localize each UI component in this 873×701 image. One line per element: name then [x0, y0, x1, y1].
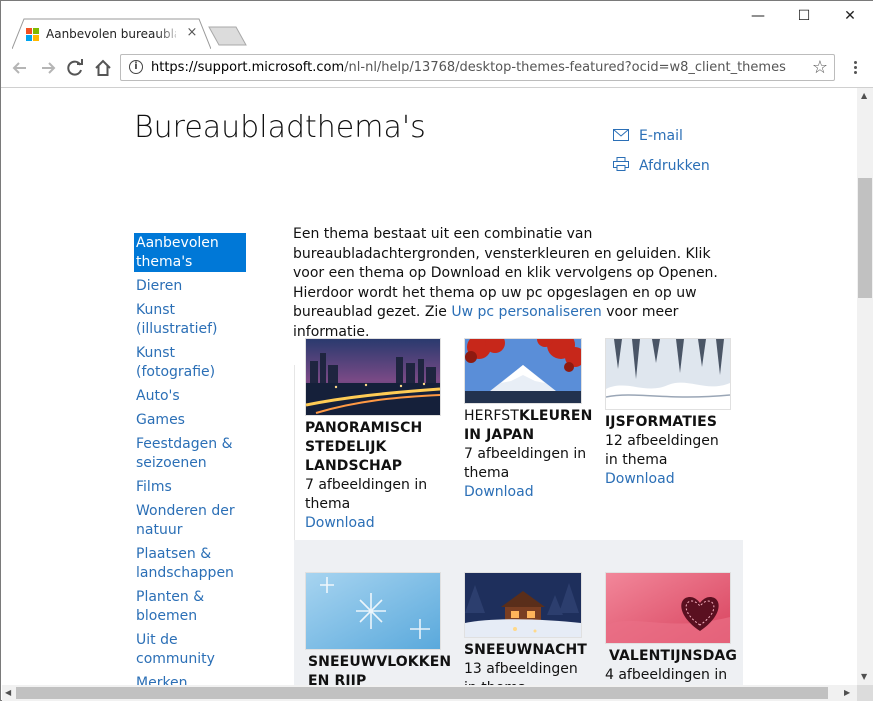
theme-card-snowflakes: SNEEUWVLOKKEN EN RIJP [305, 572, 452, 685]
theme-title: HERFSTKLEUREN IN JAPAN [464, 407, 592, 445]
url-text[interactable]: https://support.microsoft.com/nl-nl/help… [151, 60, 786, 75]
email-label: E-mail [639, 128, 683, 144]
theme-count: 4 afbeeldingen in thema [605, 667, 728, 683]
sidebar-item-art-photography[interactable]: Kunst (fotografie) [134, 344, 246, 382]
scroll-left-arrow-icon[interactable]: ◀ [5, 688, 11, 697]
minimize-button[interactable]: — [735, 5, 781, 27]
sidebar-item-games[interactable]: Games [134, 411, 246, 430]
tab-title-fade [157, 24, 182, 44]
theme-card-ice-formations: IJSFORMATIES 12 afbeeldingen in thema Do… [605, 338, 735, 489]
sidebar-item-plants-flowers[interactable]: Planten & bloemen [134, 588, 246, 626]
intro-paragraph: Een thema bestaat uit een combinatie van… [293, 225, 733, 342]
theme-title: VALENTIJNSDAG [609, 648, 737, 664]
sidebar-item-animals[interactable]: Dieren [134, 277, 246, 296]
vertical-scroll-thumb[interactable] [858, 178, 872, 298]
personalize-pc-link[interactable]: Uw pc personaliseren [451, 304, 601, 320]
theme-title: SNEEUWVLOKKEN EN RIJP [308, 654, 452, 685]
browser-window: Aanbevolen bureaublad × — ☐ ✕ i https://… [0, 0, 873, 701]
scroll-up-arrow-icon[interactable]: ▲ [861, 91, 867, 100]
sidebar-item-community[interactable]: Uit de community [134, 631, 246, 669]
envelope-icon [613, 129, 629, 141]
new-tab-button[interactable] [208, 26, 248, 46]
download-link[interactable]: Download [305, 514, 445, 533]
sidebar-item-cars[interactable]: Auto's [134, 387, 246, 406]
email-link[interactable]: E-mail [613, 128, 683, 144]
sidebar-item-natural-wonders[interactable]: Wonderen der natuur [134, 502, 246, 540]
theme-card-autumn-japan: HERFSTKLEUREN IN JAPAN 7 afbeeldingen in… [464, 338, 592, 502]
horizontal-scroll-thumb[interactable] [16, 687, 828, 699]
vertical-scrollbar[interactable]: ▲ ▼ [857, 88, 873, 685]
address-bar[interactable]: i https://support.microsoft.com/nl-nl/he… [120, 54, 835, 81]
sidebar-item-holidays-seasons[interactable]: Feestdagen & seizoenen [134, 435, 246, 473]
reload-icon[interactable] [64, 57, 86, 79]
sidebar-item-brands[interactable]: Merken [134, 674, 246, 685]
theme-count: 13 afbeeldingen in thema [464, 661, 578, 685]
ice-formations-thumbnail[interactable] [605, 338, 731, 410]
sidebar-item-places-landscapes[interactable]: Plaatsen & landschappen [134, 545, 246, 583]
back-arrow-icon[interactable] [9, 57, 31, 79]
sidebar-item-movies[interactable]: Films [134, 478, 246, 497]
page-title: Bureaubladthema's [134, 110, 426, 145]
horizontal-scrollbar[interactable]: ◀ ▶ [2, 685, 857, 701]
theme-count: 7 afbeeldingen in thema [305, 477, 428, 512]
autumn-japan-thumbnail[interactable] [464, 338, 582, 404]
theme-category-sidebar: Aanbevolen thema's Dieren Kunst (illustr… [134, 233, 246, 685]
bookmark-star-icon[interactable]: ☆ [812, 57, 828, 78]
page-viewport: Bureaubladthema's E-mail Afdrukken Aanbe… [2, 88, 857, 685]
theme-title: IJSFORMATIES [605, 414, 718, 430]
tab-close-icon[interactable]: × [184, 25, 200, 41]
scroll-right-arrow-icon[interactable]: ▶ [844, 688, 850, 697]
theme-title: PANORAMISCH STEDELIJK LANDSCHAP [305, 420, 423, 474]
browser-tab[interactable]: Aanbevolen bureaublad × [12, 18, 211, 49]
download-link[interactable]: Download [605, 470, 735, 489]
maximize-button[interactable]: ☐ [781, 5, 827, 27]
grid-divider [294, 365, 295, 540]
theme-count: 7 afbeeldingen in thema [464, 446, 587, 481]
scroll-down-arrow-icon[interactable]: ▼ [861, 672, 867, 681]
theme-card-panoramic-city: PANORAMISCH STEDELIJK LANDSCHAP 7 afbeel… [305, 338, 445, 533]
download-link[interactable]: Download [464, 483, 589, 502]
printer-icon [613, 157, 629, 171]
home-icon[interactable] [92, 57, 114, 79]
browser-menu-icon[interactable] [847, 59, 863, 77]
snow-night-thumbnail[interactable] [464, 572, 582, 638]
browser-toolbar: i https://support.microsoft.com/nl-nl/he… [1, 49, 873, 88]
title-bar: Aanbevolen bureaublad × — ☐ ✕ [1, 1, 873, 49]
print-link[interactable]: Afdrukken [613, 157, 710, 174]
theme-title-prefix: HERFST [464, 408, 519, 424]
theme-title: SNEEUWNACHT [464, 642, 587, 658]
forward-arrow-icon[interactable] [37, 57, 59, 79]
sidebar-item-art-illustrative[interactable]: Kunst (illustratief) [134, 301, 246, 339]
scrollbar-corner [857, 685, 873, 701]
valentine-thumbnail[interactable] [605, 572, 731, 644]
theme-count: 12 afbeeldingen in thema [605, 433, 719, 468]
sidebar-item-featured-themes[interactable]: Aanbevolen thema's [134, 233, 246, 272]
microsoft-logo-icon [26, 28, 40, 42]
city-skyline-thumbnail[interactable] [305, 338, 441, 416]
print-label: Afdrukken [639, 158, 710, 174]
close-window-button[interactable]: ✕ [827, 5, 873, 27]
snowflakes-thumbnail[interactable] [305, 572, 441, 650]
info-icon[interactable]: i [129, 60, 143, 74]
theme-card-valentine: VALENTIJNSDAG 4 afbeeldingen in thema [605, 572, 737, 685]
theme-card-snow-night: SNEEUWNACHT 13 afbeeldingen in thema [464, 572, 589, 685]
